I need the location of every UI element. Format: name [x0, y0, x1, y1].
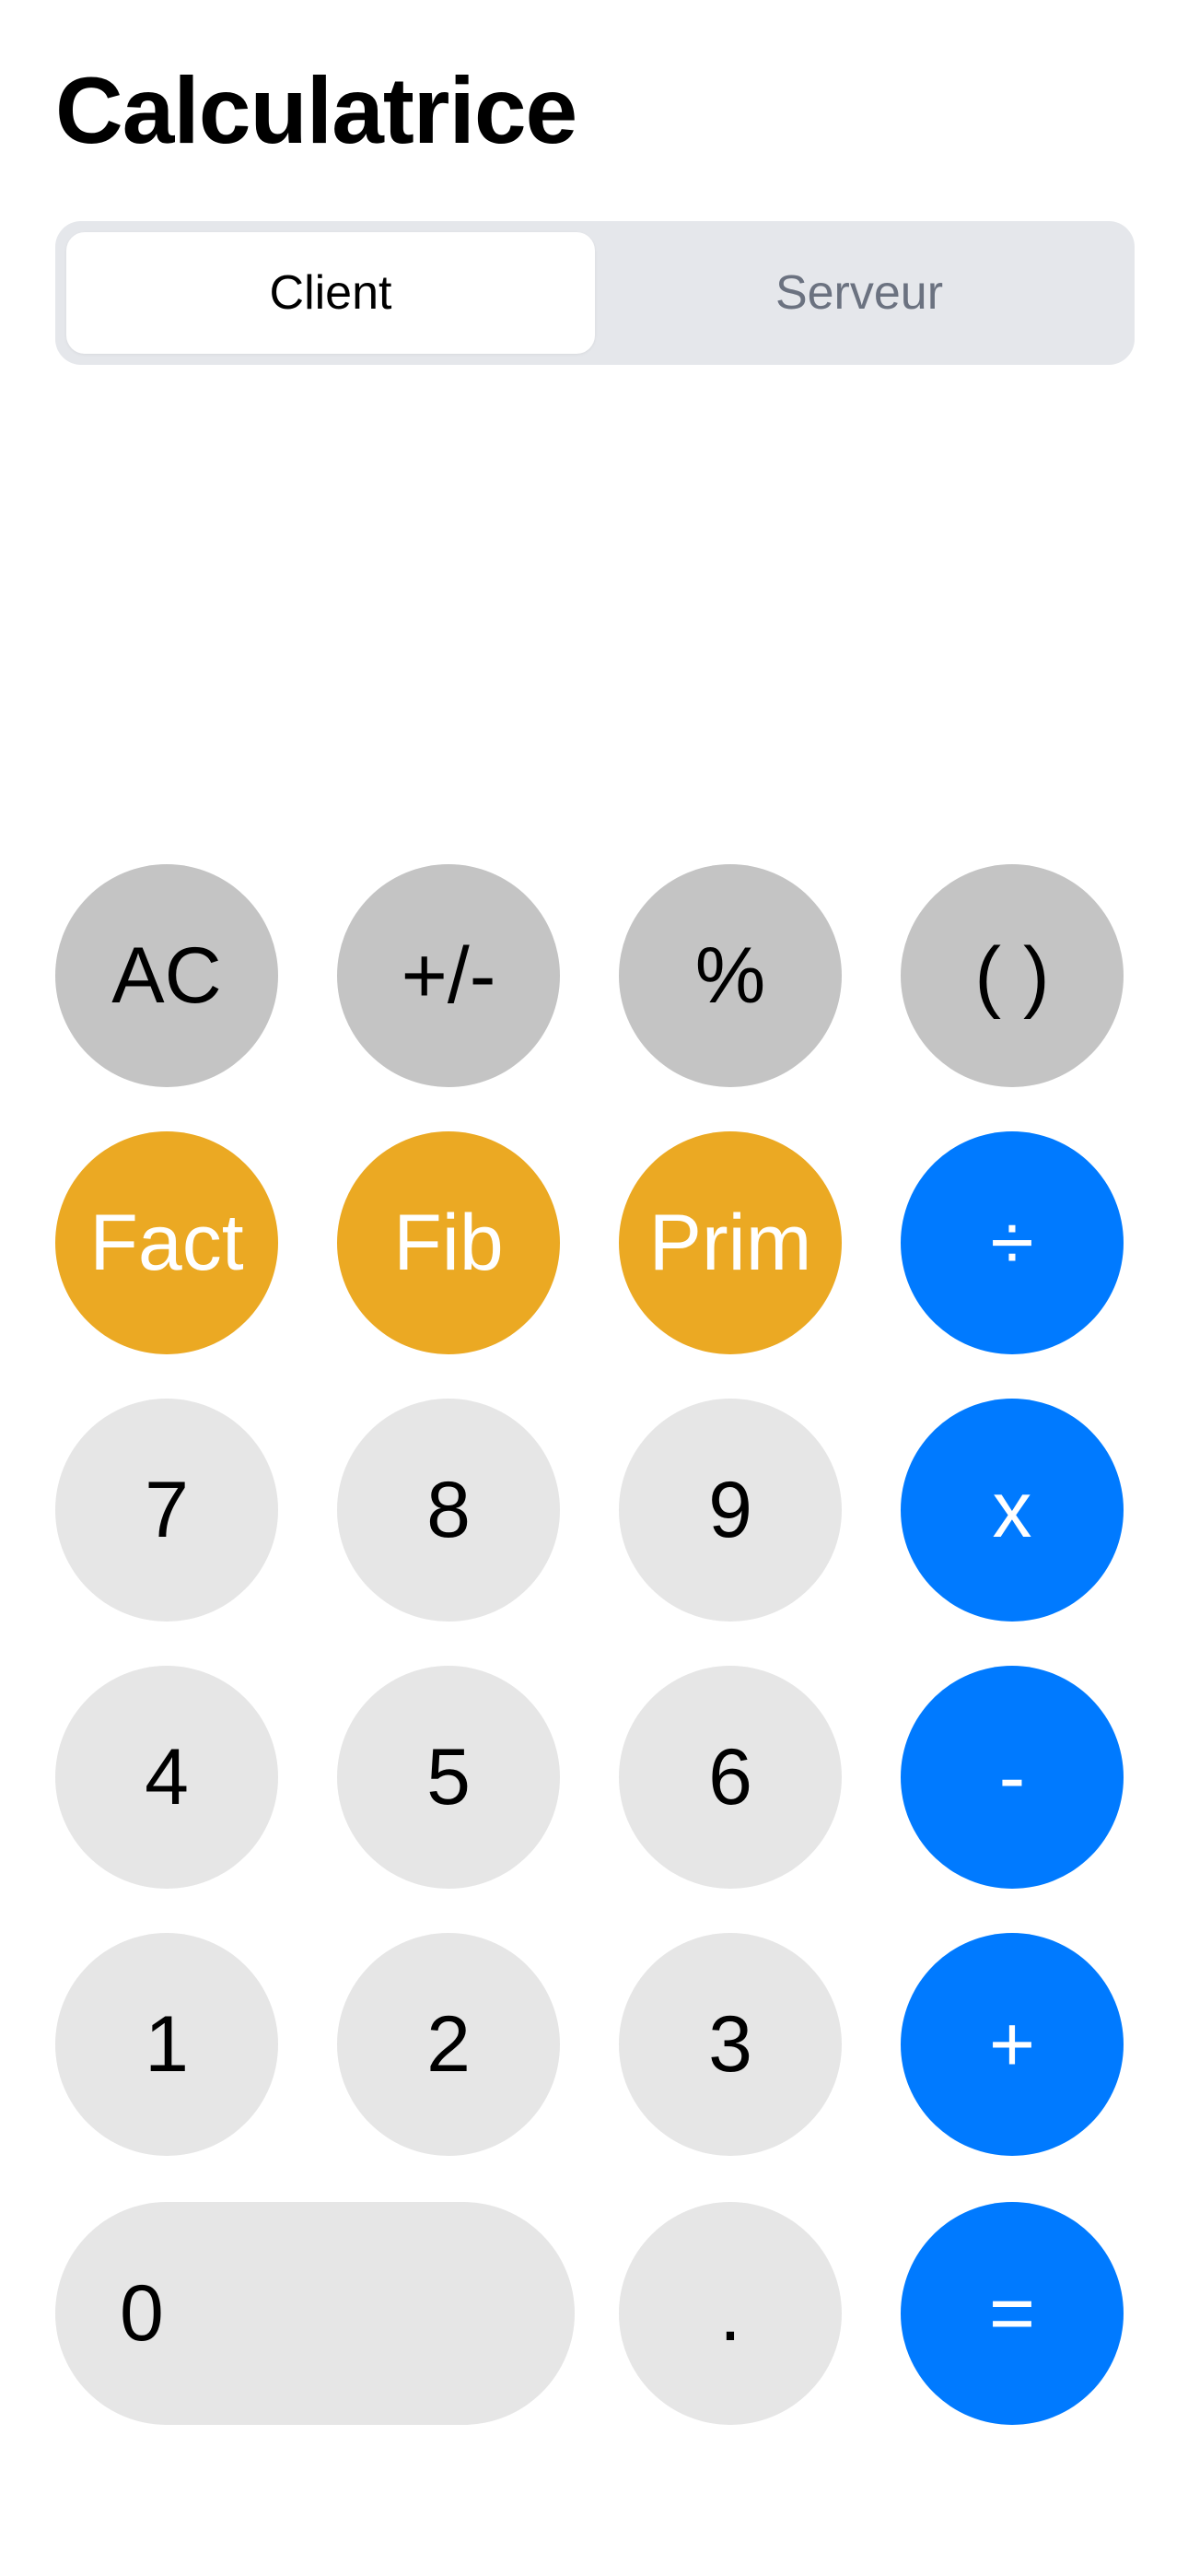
- digit-0-button[interactable]: 0: [55, 2202, 575, 2425]
- percent-button[interactable]: %: [619, 864, 842, 1087]
- fibonacci-button[interactable]: Fib: [337, 1131, 560, 1354]
- page-title: Calculatrice: [55, 58, 577, 163]
- digit-2-button[interactable]: 2: [337, 1933, 560, 2156]
- calculator-screen: Calculatrice Client Serveur AC +/- % ( )…: [0, 0, 1188, 2576]
- segment-serveur[interactable]: Serveur: [595, 232, 1124, 354]
- toggle-sign-button[interactable]: +/-: [337, 864, 560, 1087]
- digit-1-button[interactable]: 1: [55, 1933, 278, 2156]
- add-button[interactable]: +: [901, 1933, 1124, 2156]
- digit-7-button[interactable]: 7: [55, 1399, 278, 1622]
- digit-8-button[interactable]: 8: [337, 1399, 560, 1622]
- parentheses-button[interactable]: ( ): [901, 864, 1124, 1087]
- digit-3-button[interactable]: 3: [619, 1933, 842, 2156]
- factorial-button[interactable]: Fact: [55, 1131, 278, 1354]
- mode-segmented-control: Client Serveur: [55, 221, 1135, 365]
- result-display: [55, 387, 1135, 829]
- decimal-point-button[interactable]: .: [619, 2202, 842, 2425]
- digit-9-button[interactable]: 9: [619, 1399, 842, 1622]
- segment-client[interactable]: Client: [66, 232, 595, 354]
- digit-5-button[interactable]: 5: [337, 1666, 560, 1889]
- equals-button[interactable]: =: [901, 2202, 1124, 2425]
- all-clear-button[interactable]: AC: [55, 864, 278, 1087]
- multiply-button[interactable]: x: [901, 1399, 1124, 1622]
- subtract-button[interactable]: -: [901, 1666, 1124, 1889]
- divide-button[interactable]: ÷: [901, 1131, 1124, 1354]
- digit-6-button[interactable]: 6: [619, 1666, 842, 1889]
- prime-button[interactable]: Prim: [619, 1131, 842, 1354]
- digit-4-button[interactable]: 4: [55, 1666, 278, 1889]
